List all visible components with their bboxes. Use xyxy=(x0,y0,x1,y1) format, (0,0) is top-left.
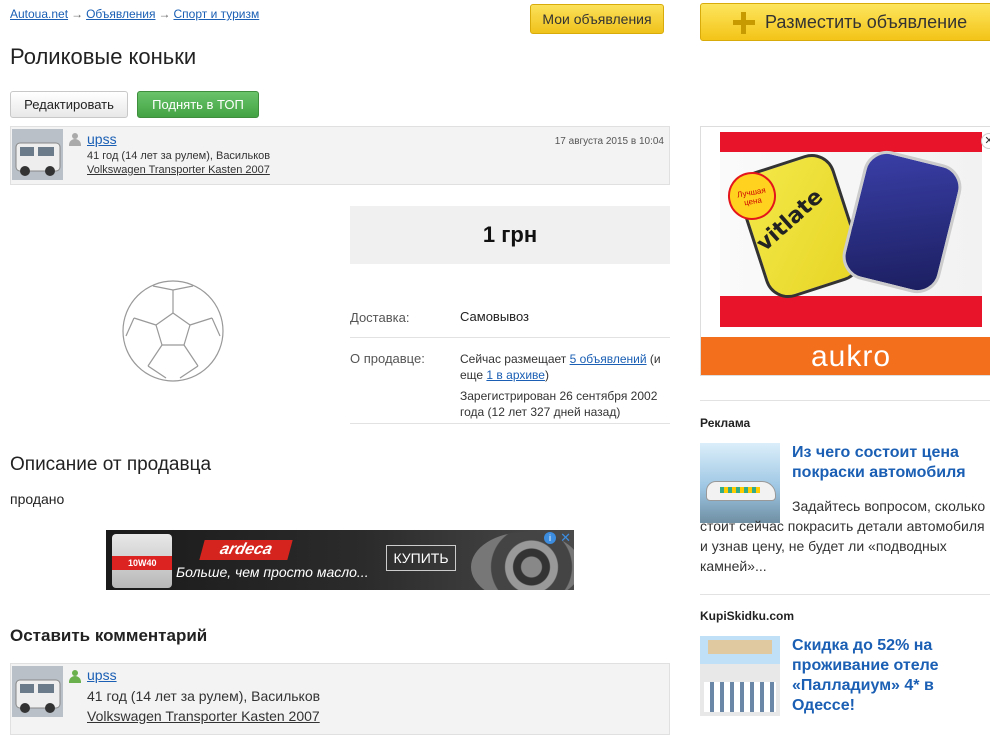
seller-card: upss 41 год (14 лет за рулем), Васильков… xyxy=(10,126,670,185)
seller-car-photo[interactable] xyxy=(12,129,63,180)
soccer-ball-icon xyxy=(122,280,224,382)
breadcrumb-home-link[interactable]: Autoua.net xyxy=(10,7,68,21)
comment-user-card: upss 41 год (14 лет за рулем), Васильков… xyxy=(10,663,670,735)
edit-button[interactable]: Редактировать xyxy=(10,91,128,118)
active-ads-link[interactable]: 5 объявлений xyxy=(570,352,647,366)
user-online-icon xyxy=(69,670,81,683)
commenter-info: 41 год (14 лет за рулем), Васильков xyxy=(87,688,321,704)
breadcrumb-ads-link[interactable]: Объявления xyxy=(86,7,155,21)
about-seller-label: О продавце: xyxy=(350,351,425,366)
commenter-car-link[interactable]: Volkswagen Transporter Kasten 2007 xyxy=(87,708,320,724)
delivery-label: Доставка: xyxy=(350,310,410,325)
breadcrumb: Autoua.net → Объявления → Спорт и туризм xyxy=(10,7,259,21)
phone-cases-image: Лучшая цена vitlate xyxy=(720,145,982,305)
my-ads-button[interactable]: Мои объявления xyxy=(530,4,664,34)
post-date: 17 августа 2015 в 10:04 xyxy=(554,136,664,147)
raise-to-top-button[interactable]: Поднять в ТОП xyxy=(137,91,259,118)
divider xyxy=(700,594,990,595)
breadcrumb-sport-link[interactable]: Спорт и туризм xyxy=(173,7,259,21)
oil-grade-text: 10W40 xyxy=(128,558,157,568)
oil-can-image: 10W40 xyxy=(112,534,172,588)
breadcrumb-separator: → xyxy=(71,7,84,21)
car-paint-article-text: Задайтесь вопросом, сколько стоит сейчас… xyxy=(700,498,986,574)
ad-close-icon[interactable]: ✕ xyxy=(560,530,571,546)
price: 1 грн xyxy=(350,206,670,264)
ardeca-slogan: Больше, чем просто масло... xyxy=(176,564,369,580)
commenter-car-photo[interactable] xyxy=(12,666,63,717)
about-seller-text: Сейчас размещает 5 объявлений (и еще 1 в… xyxy=(460,351,670,383)
sidebar-ad-heading: Реклама xyxy=(700,416,751,430)
post-ad-label: Разместить объявление xyxy=(765,12,968,32)
divider xyxy=(350,423,670,424)
user-icon xyxy=(69,133,81,146)
kupiskidku-heading: KupiSkidku.com xyxy=(700,609,795,623)
seller-info: 41 год (14 лет за рулем), Васильков xyxy=(87,150,271,162)
car-paint-article-link[interactable]: Из чего состоит цена покраски автомобиля xyxy=(792,443,990,483)
hotel-thumbnail[interactable] xyxy=(700,636,780,716)
plus-icon xyxy=(733,12,755,34)
hotel-deal-link[interactable]: Скидка до 52% на проживание отеле «Палла… xyxy=(792,636,990,716)
buy-button[interactable]: КУПИТЬ xyxy=(386,545,456,571)
listing-image[interactable] xyxy=(120,278,226,389)
ardeca-banner-ad[interactable]: 10W40 ardeca Больше, чем просто масло...… xyxy=(106,530,574,590)
ardeca-logo: ardeca xyxy=(199,540,293,560)
comments-heading: Оставить комментарий xyxy=(10,626,208,645)
post-ad-button[interactable]: Разместить объявление xyxy=(700,3,990,41)
seller-car-link[interactable]: Volkswagen Transporter Kasten 2007 xyxy=(87,164,270,176)
seller-name-link[interactable]: upss xyxy=(87,131,117,147)
divider xyxy=(350,337,670,338)
delivery-value: Самовывоз xyxy=(460,309,529,324)
commenter-name-link[interactable]: upss xyxy=(87,667,117,683)
about-seller-post: ) xyxy=(544,368,549,382)
blue-phone-case xyxy=(837,145,967,299)
aukro-logo: aukro xyxy=(701,337,990,375)
registered-date: Зарегистрирован 26 сентября 2002 года (1… xyxy=(460,389,658,419)
divider xyxy=(700,400,990,401)
about-seller-pre: Сейчас размещает xyxy=(460,352,570,366)
gear-image xyxy=(471,532,574,590)
archive-ads-link[interactable]: 1 в архиве xyxy=(486,368,545,382)
close-icon[interactable]: ✕ xyxy=(981,133,990,149)
description-text: продано xyxy=(10,491,65,507)
breadcrumb-separator: → xyxy=(158,7,171,21)
aukro-ad[interactable]: Лучшая цена vitlate aukro ✕ xyxy=(700,126,990,376)
page-title: Роликовые коньки xyxy=(10,44,197,69)
description-heading: Описание от продавца xyxy=(10,454,212,475)
ad-info-icon[interactable]: i xyxy=(544,532,556,544)
